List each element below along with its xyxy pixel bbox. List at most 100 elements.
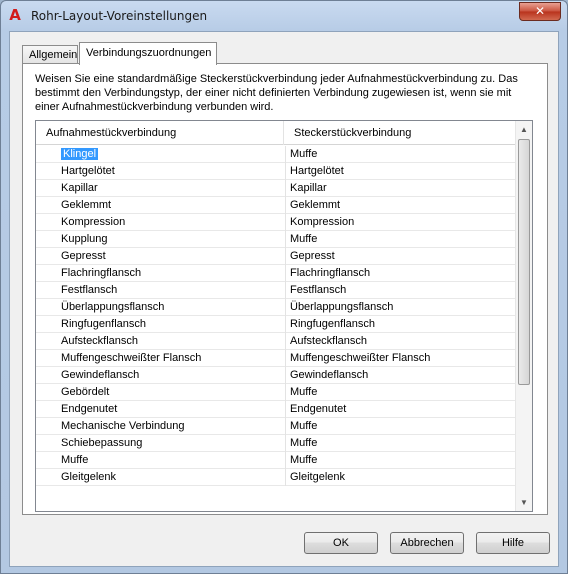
scrollbar-thumb[interactable] — [518, 139, 530, 385]
plug-connection-cell[interactable]: Endgenutet — [285, 401, 515, 418]
dialog-window: A Rohr-Layout-Voreinstellungen ✕ Allgeme… — [0, 0, 568, 574]
table-row[interactable]: Gepresst Gepresst — [36, 248, 516, 265]
dialog-client-area: Allgemein Verbindungszuordnungen Weisen … — [9, 31, 559, 567]
table-row[interactable]: Kompression Kompression — [36, 214, 516, 231]
table-row[interactable]: Aufsteckflansch Aufsteckflansch — [36, 333, 516, 350]
table-row[interactable]: Kapillar Kapillar — [36, 180, 516, 197]
column-header-aufnahmestueck[interactable]: Aufnahmestückverbindung — [36, 121, 284, 145]
socket-connection-cell[interactable]: Kupplung — [60, 231, 282, 248]
socket-connection-cell[interactable]: Klingel — [60, 146, 282, 163]
plug-connection-cell[interactable]: Aufsteckflansch — [285, 333, 515, 350]
autocad-app-icon: A — [9, 6, 21, 24]
scroll-up-arrow-icon[interactable]: ▲ — [516, 121, 532, 138]
plug-connection-cell[interactable]: Muffe — [285, 231, 515, 248]
description-text: Weisen Sie eine standardmäßige Steckerst… — [35, 73, 518, 113]
socket-connection-label: Geklemmt — [61, 199, 112, 211]
plug-connection-value: Flachringflansch — [290, 267, 371, 279]
table-row[interactable]: Geklemmt Geklemmt — [36, 197, 516, 214]
title-bar[interactable]: A Rohr-Layout-Voreinstellungen ✕ — [1, 1, 567, 31]
socket-connection-label: Gleitgelenk — [61, 471, 117, 483]
table-row[interactable]: Gebördelt Muffe — [36, 384, 516, 401]
plug-connection-cell[interactable]: Gepresst — [285, 248, 515, 265]
socket-connection-label: Muffe — [61, 454, 89, 466]
table-row[interactable]: Festflansch Festflansch — [36, 282, 516, 299]
socket-connection-cell[interactable]: Muffengeschweißter Flansch — [60, 350, 282, 367]
close-button[interactable]: ✕ — [519, 2, 561, 21]
table-row[interactable]: Ringfugenflansch Ringfugenflansch — [36, 316, 516, 333]
socket-connection-cell[interactable]: Aufsteckflansch — [60, 333, 282, 350]
plug-connection-cell[interactable]: Muffe — [285, 452, 515, 469]
tab-verbindungszuordnungen[interactable]: Verbindungszuordnungen — [79, 42, 217, 65]
plug-connection-value: Kompression — [290, 216, 355, 228]
plug-connection-cell[interactable]: Muffe — [285, 146, 515, 163]
plug-connection-value: Muffengeschweißter Flansch — [290, 352, 431, 364]
socket-connection-label: Festflansch — [61, 284, 118, 296]
table-row[interactable]: Gleitgelenk Gleitgelenk — [36, 469, 516, 486]
plug-connection-value: Gepresst — [290, 250, 335, 262]
table-row[interactable]: Muffengeschweißter Flansch Muffengeschwei… — [36, 350, 516, 367]
scroll-down-arrow-icon[interactable]: ▼ — [516, 494, 532, 511]
socket-connection-cell[interactable]: Gleitgelenk — [60, 469, 282, 486]
socket-connection-cell[interactable]: Flachringflansch — [60, 265, 282, 282]
table-row[interactable]: Flachringflansch Flachringflansch — [36, 265, 516, 282]
plug-connection-cell[interactable]: Gleitgelenk — [285, 469, 515, 486]
socket-connection-label: Flachringflansch — [61, 267, 142, 279]
plug-connection-value: Gleitgelenk — [290, 471, 346, 483]
socket-connection-label: Aufsteckflansch — [61, 335, 139, 347]
table-row[interactable]: Klingel Muffe — [36, 146, 516, 163]
table-row[interactable]: Muffe Muffe — [36, 452, 516, 469]
cancel-button[interactable]: Abbrechen — [390, 532, 464, 554]
socket-connection-cell[interactable]: Kapillar — [60, 180, 282, 197]
socket-connection-label: Überlappungsflansch — [61, 301, 165, 313]
column-header-steckerstueck[interactable]: Steckerstückverbindung — [284, 121, 516, 145]
socket-connection-cell[interactable]: Endgenutet — [60, 401, 282, 418]
plug-connection-cell[interactable]: Muffe — [285, 384, 515, 401]
table-row[interactable]: Mechanische Verbindung Muffe — [36, 418, 516, 435]
tab-allgemein[interactable]: Allgemein — [22, 45, 78, 64]
grid-header: Aufnahmestückverbindung Steckerstückverb… — [36, 121, 516, 145]
table-row[interactable]: Hartgelötet Hartgelötet — [36, 163, 516, 180]
plug-connection-cell[interactable]: Flachringflansch — [285, 265, 515, 282]
ok-button[interactable]: OK — [304, 532, 378, 554]
plug-connection-value: Muffe — [290, 386, 318, 398]
table-row[interactable]: Kupplung Muffe — [36, 231, 516, 248]
plug-connection-cell[interactable]: Ringfugenflansch — [285, 316, 515, 333]
socket-connection-cell[interactable]: Geklemmt — [60, 197, 282, 214]
plug-connection-value: Ringfugenflansch — [290, 318, 376, 330]
socket-connection-cell[interactable]: Festflansch — [60, 282, 282, 299]
plug-connection-value: Muffe — [290, 233, 318, 245]
socket-connection-cell[interactable]: Mechanische Verbindung — [60, 418, 282, 435]
plug-connection-cell[interactable]: Hartgelötet — [285, 163, 515, 180]
socket-connection-cell[interactable]: Kompression — [60, 214, 282, 231]
plug-connection-cell[interactable]: Muffe — [285, 435, 515, 452]
table-row[interactable]: Endgenutet Endgenutet — [36, 401, 516, 418]
socket-connection-cell[interactable]: Ringfugenflansch — [60, 316, 282, 333]
plug-connection-value: Muffe — [290, 437, 318, 449]
socket-connection-label: Gewindeflansch — [61, 369, 140, 381]
plug-connection-cell[interactable]: Überlappungsflansch — [285, 299, 515, 316]
help-button[interactable]: Hilfe — [476, 532, 550, 554]
table-row[interactable]: Überlappungsflansch Überlappungsflansch — [36, 299, 516, 316]
plug-connection-cell[interactable]: Geklemmt — [285, 197, 515, 214]
plug-connection-cell[interactable]: Kapillar — [285, 180, 515, 197]
table-row[interactable]: Gewindeflansch Gewindeflansch — [36, 367, 516, 384]
plug-connection-value: Muffe — [290, 454, 318, 466]
plug-connection-cell[interactable]: Gewindeflansch — [285, 367, 515, 384]
socket-connection-cell[interactable]: Gepresst — [60, 248, 282, 265]
plug-connection-cell[interactable]: Muffengeschweißter Flansch — [285, 350, 515, 367]
vertical-scrollbar[interactable]: ▲ ▼ — [515, 121, 532, 511]
socket-connection-cell[interactable]: Gebördelt — [60, 384, 282, 401]
socket-connection-cell[interactable]: Muffe — [60, 452, 282, 469]
socket-connection-cell[interactable]: Überlappungsflansch — [60, 299, 282, 316]
plug-connection-cell[interactable]: Kompression — [285, 214, 515, 231]
table-row[interactable]: Schiebepassung Muffe — [36, 435, 516, 452]
socket-connection-label: Kupplung — [61, 233, 108, 245]
socket-connection-label: Endgenutet — [61, 403, 118, 415]
plug-connection-cell[interactable]: Festflansch — [285, 282, 515, 299]
socket-connection-cell[interactable]: Gewindeflansch — [60, 367, 282, 384]
socket-connection-label: Klingel — [61, 148, 99, 160]
plug-connection-cell[interactable]: Muffe — [285, 418, 515, 435]
socket-connection-cell[interactable]: Hartgelötet — [60, 163, 282, 180]
tab-panel: Weisen Sie eine standardmäßige Steckerst… — [22, 63, 548, 515]
socket-connection-cell[interactable]: Schiebepassung — [60, 435, 282, 452]
